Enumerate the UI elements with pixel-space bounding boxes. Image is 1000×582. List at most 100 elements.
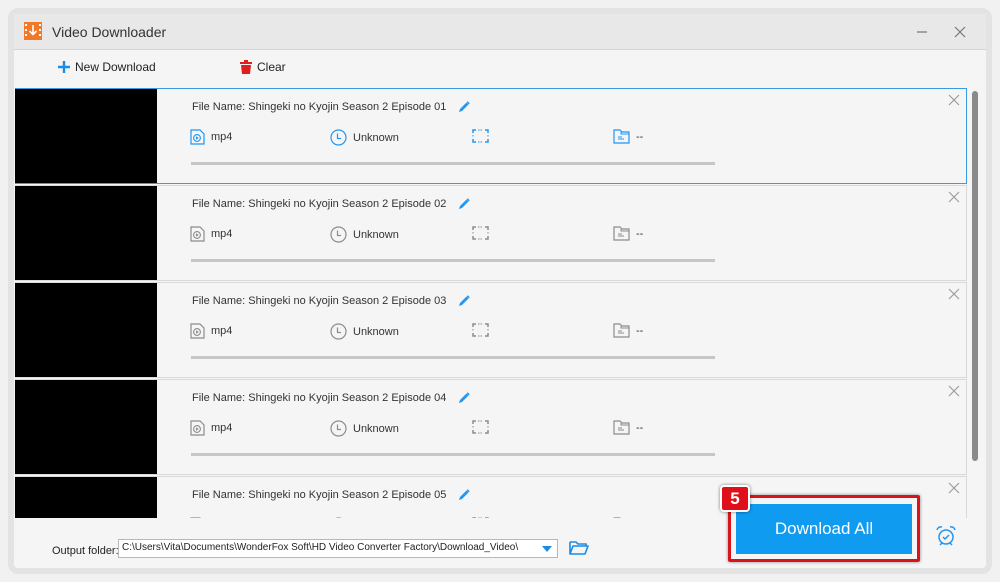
file-name: File Name: Shingeki no Kyojin Season 2 E… <box>192 101 471 113</box>
progress-bar <box>191 453 715 456</box>
file-name-label: File Name: <box>192 489 246 501</box>
duration-info: Unknown <box>330 129 399 146</box>
folder-file-icon <box>613 129 630 144</box>
folder-file-icon <box>613 226 630 241</box>
alarm-clock-icon[interactable] <box>935 525 957 547</box>
duration-value: Unknown <box>353 325 399 338</box>
size-info: -- <box>613 129 643 144</box>
size-value: -- <box>636 130 644 143</box>
resolution-info[interactable] <box>472 420 495 434</box>
output-folder-field[interactable]: C:\Users\Vita\Documents\WonderFox Soft\H… <box>118 539 558 558</box>
file-name-label: File Name: <box>192 295 246 307</box>
plus-icon <box>58 61 70 73</box>
new-download-button[interactable]: New Download <box>58 60 156 74</box>
progress-bar <box>191 162 715 165</box>
size-info: -- <box>613 420 643 435</box>
resolution-info[interactable] <box>472 323 495 337</box>
size-value: -- <box>636 324 644 337</box>
close-window-button[interactable] <box>948 20 972 44</box>
resolution-info[interactable] <box>472 226 495 240</box>
video-thumbnail <box>15 283 157 377</box>
remove-row-icon[interactable] <box>948 94 960 106</box>
file-name-value: Shingeki no Kyojin Season 2 Episode 02 <box>248 198 447 210</box>
duration-value: Unknown <box>353 228 399 241</box>
video-downloader-window: Video Downloader New Download Clear File <box>8 8 992 574</box>
file-name-value: Shingeki no Kyojin Season 2 Episode 01 <box>248 101 447 113</box>
file-name: File Name: Shingeki no Kyojin Season 2 E… <box>192 295 471 307</box>
edit-pencil-icon[interactable] <box>458 198 471 210</box>
toolbar: New Download Clear <box>14 51 986 87</box>
app-download-icon <box>24 22 42 40</box>
file-name-value: Shingeki no Kyojin Season 2 Episode 05 <box>248 489 447 501</box>
resolution-info[interactable] <box>472 129 495 143</box>
edit-pencil-icon[interactable] <box>458 392 471 404</box>
download-row[interactable]: File Name: Shingeki no Kyojin Season 2 E… <box>15 185 967 281</box>
clear-label: Clear <box>257 60 286 74</box>
format-value: mp4 <box>211 422 233 434</box>
clock-icon <box>330 226 347 243</box>
download-row[interactable]: File Name: Shingeki no Kyojin Season 2 E… <box>15 379 967 475</box>
resolution-icon <box>472 420 489 434</box>
clock-icon <box>330 129 347 146</box>
edit-pencil-icon[interactable] <box>458 489 471 501</box>
minimize-button[interactable] <box>910 20 934 44</box>
resolution-icon <box>472 323 489 337</box>
open-folder-icon[interactable] <box>569 540 589 555</box>
file-name-value: Shingeki no Kyojin Season 2 Episode 04 <box>248 392 447 404</box>
duration-info: Unknown <box>330 323 399 340</box>
format-info[interactable]: mp4 <box>190 226 232 242</box>
new-download-label: New Download <box>75 60 156 74</box>
video-thumbnail <box>15 380 157 474</box>
size-info: -- <box>613 323 643 338</box>
video-file-icon <box>190 129 205 145</box>
video-file-icon <box>190 226 205 242</box>
format-value: mp4 <box>211 228 233 240</box>
edit-pencil-icon[interactable] <box>458 295 471 307</box>
output-folder-label: Output folder: <box>52 545 119 557</box>
video-thumbnail <box>15 89 157 183</box>
remove-row-icon[interactable] <box>948 482 960 494</box>
progress-bar <box>191 356 715 359</box>
clock-icon <box>330 420 347 437</box>
trash-icon <box>240 60 252 74</box>
duration-value: Unknown <box>353 131 399 144</box>
resolution-icon <box>472 226 489 240</box>
file-name-label: File Name: <box>192 392 246 404</box>
step-badge: 5 <box>720 485 750 512</box>
edit-pencil-icon[interactable] <box>458 101 471 113</box>
chevron-down-icon <box>542 545 552 552</box>
video-file-icon <box>190 323 205 339</box>
title-bar: Video Downloader <box>14 14 986 50</box>
download-list: File Name: Shingeki no Kyojin Season 2 E… <box>15 88 967 518</box>
file-name-label: File Name: <box>192 198 246 210</box>
duration-value: Unknown <box>353 422 399 435</box>
format-info[interactable]: mp4 <box>190 323 232 339</box>
progress-bar <box>191 259 715 262</box>
file-name: File Name: Shingeki no Kyojin Season 2 E… <box>192 489 471 501</box>
remove-row-icon[interactable] <box>948 385 960 397</box>
resolution-icon <box>472 129 489 143</box>
remove-row-icon[interactable] <box>948 191 960 203</box>
download-row[interactable]: File Name: Shingeki no Kyojin Season 2 E… <box>15 88 967 184</box>
format-value: mp4 <box>211 131 233 143</box>
scrollbar-thumb[interactable] <box>972 91 978 461</box>
format-info[interactable]: mp4 <box>190 420 232 436</box>
download-row[interactable]: File Name: Shingeki no Kyojin Season 2 E… <box>15 282 967 378</box>
file-name: File Name: Shingeki no Kyojin Season 2 E… <box>192 198 471 210</box>
folder-file-icon <box>613 323 630 338</box>
clock-icon <box>330 323 347 340</box>
output-folder-dropdown[interactable] <box>537 540 557 557</box>
format-info[interactable]: mp4 <box>190 129 232 145</box>
file-name: File Name: Shingeki no Kyojin Season 2 E… <box>192 392 471 404</box>
vertical-scrollbar[interactable] <box>970 88 982 518</box>
remove-row-icon[interactable] <box>948 288 960 300</box>
size-info: -- <box>613 226 643 241</box>
video-file-icon <box>190 420 205 436</box>
download-all-button[interactable]: Download All <box>736 504 912 554</box>
video-thumbnail <box>15 186 157 280</box>
folder-file-icon <box>613 420 630 435</box>
size-value: -- <box>636 227 644 240</box>
file-name-label: File Name: <box>192 101 246 113</box>
size-value: -- <box>636 421 644 434</box>
clear-button[interactable]: Clear <box>240 60 286 74</box>
